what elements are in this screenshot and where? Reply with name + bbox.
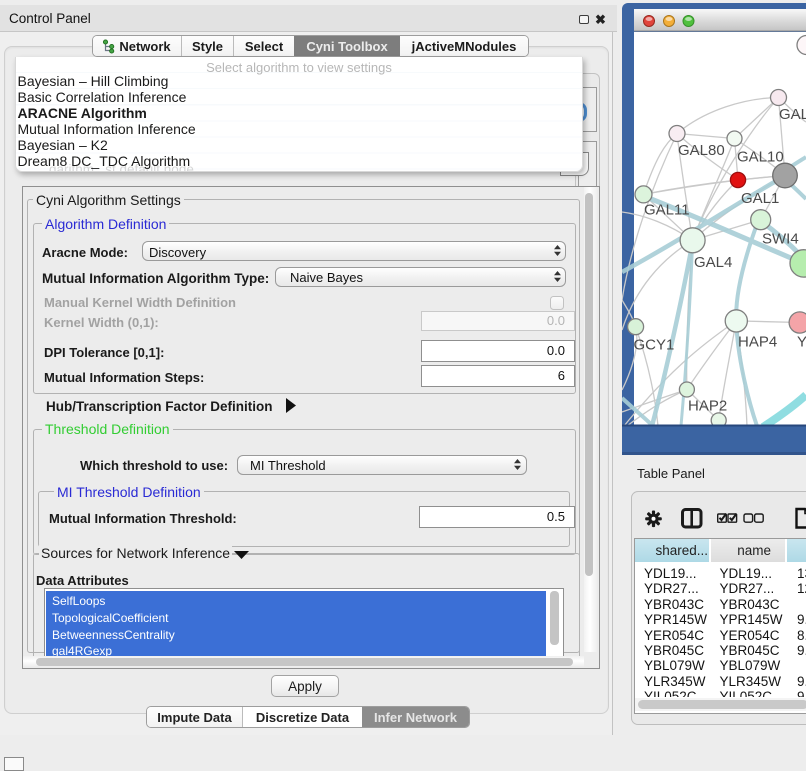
svg-text:GAL10: GAL10 xyxy=(737,149,784,166)
svg-text:HAP4: HAP4 xyxy=(738,334,777,351)
svg-text:GAL80: GAL80 xyxy=(678,142,725,159)
svg-text:GAL1: GAL1 xyxy=(741,190,779,207)
svg-text:GAL11: GAL11 xyxy=(644,202,690,219)
svg-text:GCY1: GCY1 xyxy=(634,337,675,354)
svg-text:GAL: GAL xyxy=(779,106,806,123)
svg-text:SWI4: SWI4 xyxy=(762,231,799,248)
svg-text:GAL4: GAL4 xyxy=(694,254,732,271)
svg-text:HAP2: HAP2 xyxy=(688,398,727,415)
svg-text:Y: Y xyxy=(797,334,806,351)
